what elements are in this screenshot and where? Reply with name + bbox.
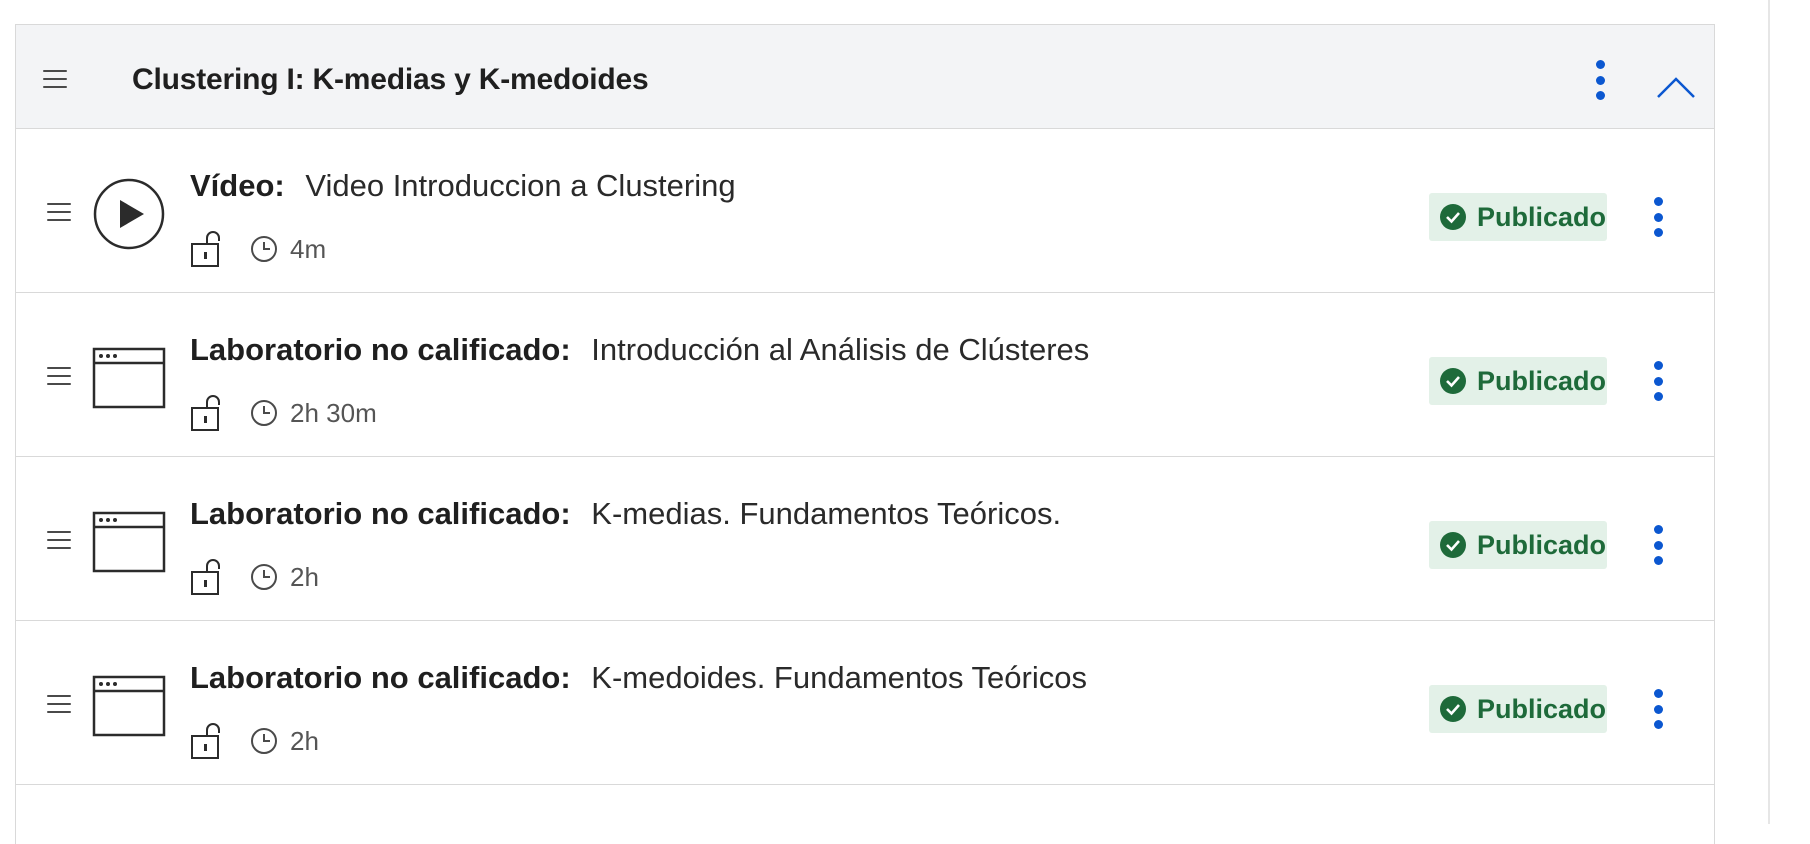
status-label: Publicado: [1477, 201, 1607, 232]
status-badge: Publicado: [1429, 357, 1607, 405]
right-panel-divider: [1768, 0, 1770, 824]
drag-handle-icon[interactable]: [47, 531, 71, 549]
status-label: Publicado: [1477, 529, 1607, 560]
unlock-icon: [191, 559, 220, 595]
browser-window-icon: [92, 511, 166, 573]
status-badge: Publicado: [1429, 685, 1607, 733]
module-header: Clustering I: K-medias y K-medoides: [16, 25, 1714, 129]
list-item[interactable]: Laboratorio no calificado: K-medias. Fun…: [16, 457, 1714, 621]
clock-icon: [251, 236, 277, 262]
list-item[interactable]: Vídeo: Video Introduccion a Clustering 4…: [16, 129, 1714, 293]
duration-text: 2h 30m: [290, 397, 377, 428]
status-label: Publicado: [1477, 693, 1607, 724]
collapse-module-button[interactable]: [1656, 75, 1696, 105]
browser-window-icon: [92, 675, 166, 737]
unlock-icon: [191, 723, 220, 759]
status-badge: Publicado: [1429, 521, 1607, 569]
list-item[interactable]: Laboratorio no calificado: K-medoides. F…: [16, 621, 1714, 785]
clock-icon: [251, 564, 277, 590]
item-type-label: Laboratorio no calificado:: [190, 332, 571, 367]
status-label: Publicado: [1477, 365, 1607, 396]
item-title-link[interactable]: Video Introduccion a Clustering: [305, 168, 735, 203]
item-more-options-button[interactable]: [1650, 525, 1666, 565]
check-circle-icon: [1440, 532, 1466, 558]
unlock-icon: [191, 231, 220, 267]
browser-window-icon: [92, 347, 166, 409]
item-title-link[interactable]: K-medoides. Fundamentos Teóricos: [591, 660, 1087, 695]
duration-text: 2h: [290, 725, 319, 756]
check-circle-icon: [1440, 204, 1466, 230]
drag-handle-icon[interactable]: [47, 367, 71, 385]
list-item[interactable]: Laboratorio no calificado: Introducción …: [16, 293, 1714, 457]
chevron-up-icon: [1657, 77, 1695, 98]
unlock-icon: [191, 395, 220, 431]
check-circle-icon: [1440, 368, 1466, 394]
item-title-link[interactable]: Introducción al Análisis de Clústeres: [591, 332, 1089, 367]
item-type-label: Laboratorio no calificado:: [190, 496, 571, 531]
module-card: Clustering I: K-medias y K-medoides Víde…: [15, 24, 1715, 844]
item-more-options-button[interactable]: [1650, 197, 1666, 237]
clock-icon: [251, 728, 277, 754]
item-type-label: Vídeo:: [190, 168, 285, 203]
item-type-label: Laboratorio no calificado:: [190, 660, 571, 695]
drag-handle-icon[interactable]: [47, 203, 71, 221]
check-circle-icon: [1440, 696, 1466, 722]
module-more-options-button[interactable]: [1592, 60, 1608, 100]
clock-icon: [251, 400, 277, 426]
play-circle-icon: [93, 178, 165, 250]
item-more-options-button[interactable]: [1650, 689, 1666, 729]
drag-handle-icon[interactable]: [47, 695, 71, 713]
item-more-options-button[interactable]: [1650, 361, 1666, 401]
status-badge: Publicado: [1429, 193, 1607, 241]
drag-handle-icon[interactable]: [43, 70, 67, 88]
duration-text: 2h: [290, 561, 319, 592]
duration-text: 4m: [290, 233, 327, 264]
module-title: Clustering I: K-medias y K-medoides: [132, 63, 649, 96]
item-title-link[interactable]: K-medias. Fundamentos Teóricos.: [591, 496, 1061, 531]
